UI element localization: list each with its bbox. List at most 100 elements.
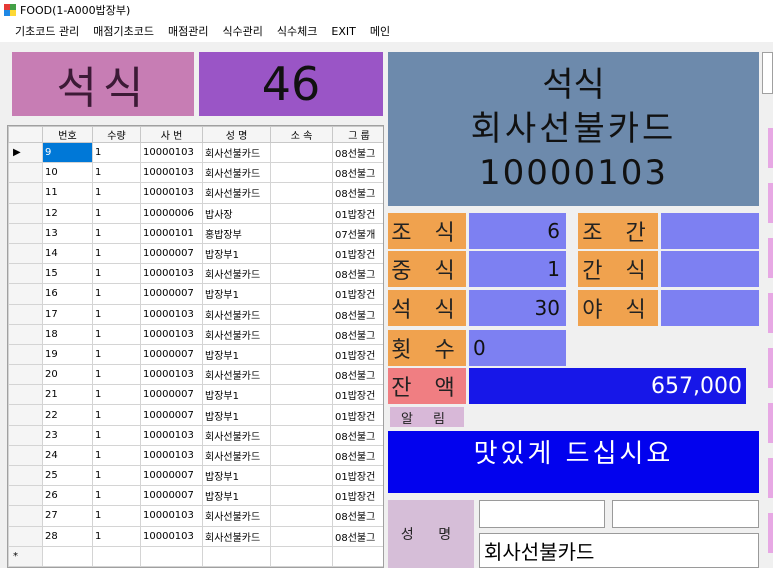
new-row-cell[interactable] <box>92 545 141 567</box>
row-header[interactable]: * <box>8 545 43 567</box>
cell-department[interactable] <box>270 182 333 204</box>
row-header[interactable] <box>8 303 43 325</box>
cell-department[interactable] <box>270 202 333 224</box>
cell-department[interactable] <box>270 323 333 345</box>
cell-number[interactable]: 14 <box>42 242 93 265</box>
table-row[interactable]: 19 1 10000007 밥장부1 01밥장건 <box>8 343 383 366</box>
cell-group[interactable]: 08선불그 <box>332 505 383 527</box>
cell-name[interactable]: 회사선불카드 <box>202 162 271 184</box>
cell-employee-id[interactable]: 10000101 <box>140 222 203 244</box>
table-row[interactable]: 14 1 10000007 밥장부1 01밥장건 <box>8 242 383 265</box>
cell-employee-id[interactable]: 10000103 <box>140 263 203 285</box>
cell-employee-id[interactable]: 10000103 <box>140 303 203 325</box>
cell-number[interactable]: 16 <box>42 283 93 305</box>
cell-department[interactable] <box>270 222 333 244</box>
cell-name[interactable]: 회사선불카드 <box>202 182 271 204</box>
cell-number[interactable]: 25 <box>42 464 93 487</box>
cell-group[interactable]: 01밥장건 <box>332 464 383 487</box>
cell-name[interactable]: 밥장부1 <box>202 242 271 265</box>
row-header[interactable] <box>8 505 43 527</box>
table-row[interactable]: 26 1 10000007 밥장부1 01밥장건 <box>8 485 383 507</box>
cell-quantity[interactable]: 1 <box>92 424 141 446</box>
cell-number[interactable]: 20 <box>42 364 93 386</box>
cell-employee-id[interactable]: 10000103 <box>140 182 203 204</box>
table-row[interactable]: 28 1 10000103 회사선불카드 08선불그 <box>8 525 383 547</box>
cell-group[interactable]: 08선불그 <box>332 303 383 325</box>
name-field[interactable]: 회사선불카드 <box>479 533 759 568</box>
cell-department[interactable] <box>270 263 333 285</box>
cell-group[interactable]: 08선불그 <box>332 323 383 345</box>
cell-number[interactable]: 18 <box>42 323 93 345</box>
cell-name[interactable]: 밥사장 <box>202 202 271 224</box>
cell-number[interactable]: 12 <box>42 202 93 224</box>
cell-name[interactable]: 밥장부1 <box>202 283 271 305</box>
cell-group[interactable]: 07선불개 <box>332 222 383 244</box>
new-row-cell[interactable] <box>270 545 333 567</box>
cell-employee-id[interactable]: 10000103 <box>140 141 203 164</box>
col-header-number[interactable]: 번호 <box>42 126 93 143</box>
cell-number[interactable]: 27 <box>42 505 93 527</box>
row-header[interactable] <box>8 182 43 204</box>
row-header[interactable] <box>8 444 43 467</box>
new-row-cell[interactable] <box>202 545 271 567</box>
table-row[interactable]: 13 1 10000101 홍밥장부 07선불개 <box>8 222 383 244</box>
cell-employee-id[interactable]: 10000007 <box>140 464 203 487</box>
cell-department[interactable] <box>270 464 333 487</box>
name-input-right[interactable] <box>612 500 759 528</box>
table-row[interactable]: ▶ 9 1 10000103 회사선불카드 08선불그 <box>8 141 383 164</box>
menu-meal-count-management[interactable]: 식수관리 <box>215 23 269 39</box>
row-header[interactable] <box>8 485 43 507</box>
menu-exit[interactable]: EXIT <box>324 25 362 38</box>
cell-quantity[interactable]: 1 <box>92 263 141 285</box>
col-header-group[interactable]: 그 룹 <box>332 126 383 143</box>
row-header[interactable] <box>8 323 43 345</box>
col-header-employee-id[interactable]: 사 번 <box>140 126 203 143</box>
row-header[interactable] <box>8 263 43 285</box>
table-row[interactable]: 15 1 10000103 회사선불카드 08선불그 <box>8 263 383 285</box>
cell-name[interactable]: 회사선불카드 <box>202 303 271 325</box>
cell-quantity[interactable]: 1 <box>92 283 141 305</box>
row-header[interactable] <box>8 464 43 487</box>
name-input-left[interactable] <box>479 500 605 528</box>
cell-name[interactable]: 회사선불카드 <box>202 323 271 345</box>
cell-group[interactable]: 01밥장건 <box>332 404 383 426</box>
new-row-cell[interactable] <box>332 545 383 567</box>
cell-quantity[interactable]: 1 <box>92 444 141 467</box>
row-header[interactable] <box>8 384 43 406</box>
cell-employee-id[interactable]: 10000103 <box>140 525 203 547</box>
cell-group[interactable]: 08선불그 <box>332 424 383 446</box>
row-header[interactable] <box>8 242 43 265</box>
row-header[interactable] <box>8 364 43 386</box>
meal-log-grid[interactable]: 번호 수량 사 번 성 명 소 속 그 룹 ▶ 9 1 10000103 회사선불카드 0… <box>7 125 384 568</box>
menu-basic-code[interactable]: 기초코드 관리 <box>8 23 86 39</box>
cell-department[interactable] <box>270 485 333 507</box>
cell-group[interactable]: 08선불그 <box>332 141 383 164</box>
cell-department[interactable] <box>270 404 333 426</box>
table-row[interactable]: 12 1 10000006 밥사장 01밥장건 <box>8 202 383 224</box>
cell-department[interactable] <box>270 343 333 366</box>
cell-employee-id[interactable]: 10000103 <box>140 505 203 527</box>
cell-group[interactable]: 08선불그 <box>332 364 383 386</box>
cell-group[interactable]: 01밥장건 <box>332 343 383 366</box>
cell-employee-id[interactable]: 10000103 <box>140 444 203 467</box>
cell-employee-id[interactable]: 10000007 <box>140 404 203 426</box>
cell-department[interactable] <box>270 242 333 265</box>
cell-group[interactable]: 01밥장건 <box>332 384 383 406</box>
cell-number[interactable]: 9 <box>42 141 93 164</box>
cell-quantity[interactable]: 1 <box>92 404 141 426</box>
table-row[interactable]: 10 1 10000103 회사선불카드 08선불그 <box>8 162 383 184</box>
cell-group[interactable]: 08선불그 <box>332 162 383 184</box>
side-scroll-handle[interactable] <box>762 52 773 94</box>
cell-name[interactable]: 회사선불카드 <box>202 505 271 527</box>
cell-department[interactable] <box>270 141 333 164</box>
cell-quantity[interactable]: 1 <box>92 464 141 487</box>
cell-quantity[interactable]: 1 <box>92 222 141 244</box>
table-row[interactable]: 22 1 10000007 밥장부1 01밥장건 <box>8 404 383 426</box>
cell-department[interactable] <box>270 283 333 305</box>
col-header-department[interactable]: 소 속 <box>270 126 333 143</box>
row-header[interactable] <box>8 162 43 184</box>
cell-quantity[interactable]: 1 <box>92 202 141 224</box>
cell-quantity[interactable]: 1 <box>92 505 141 527</box>
cell-group[interactable]: 01밥장건 <box>332 485 383 507</box>
cell-number[interactable]: 21 <box>42 384 93 406</box>
